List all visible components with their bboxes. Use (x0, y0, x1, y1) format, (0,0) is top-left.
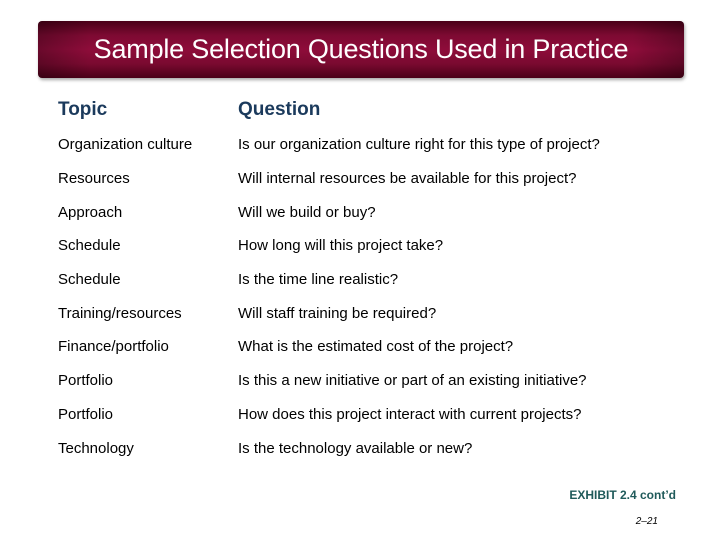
topic-cell: Organization culture (58, 136, 193, 154)
question-cell: Will we build or buy? (238, 203, 376, 221)
table-row: Portfolio Is this a new initiative or pa… (58, 364, 698, 398)
table-row: Schedule Is the time line realistic? (58, 263, 698, 297)
topic-cell: Approach (58, 203, 123, 221)
question-cell: Will internal resources be available for… (238, 170, 577, 188)
table-row: Finance/portfolio What is the estimated … (58, 330, 698, 364)
exhibit-label: EXHIBIT 2.4 cont’d (569, 488, 676, 502)
table-row: Organization culture Is our organization… (58, 128, 698, 162)
question-cell: Is the time line realistic? (238, 271, 399, 289)
topic-cell: Schedule (58, 237, 121, 255)
topic-cell: Technology (58, 439, 134, 457)
question-cell: How long will this project take? (238, 237, 444, 255)
table-row: Approach Will we build or buy? (58, 195, 698, 229)
table-header-row: Topic Question (58, 95, 698, 125)
question-cell: What is the estimated cost of the projec… (238, 338, 514, 356)
column-header-topic: Topic (58, 99, 108, 120)
question-cell: Is this a new initiative or part of an e… (238, 372, 587, 390)
topic-cell: Finance/portfolio (58, 338, 169, 356)
topic-cell: Training/resources (58, 304, 182, 322)
questions-table: Topic Question Organization culture Is o… (58, 95, 698, 465)
table-row: Training/resources Will staff training b… (58, 296, 698, 330)
column-header-question: Question (238, 99, 321, 120)
table-row: Schedule How long will this project take… (58, 229, 698, 263)
topic-cell: Portfolio (58, 372, 114, 390)
slide-title: Sample Selection Questions Used in Pract… (93, 34, 629, 64)
page-number: 2–21 (635, 516, 658, 527)
question-cell: Will staff training be required? (238, 304, 437, 322)
table-row: Resources Will internal resources be ava… (58, 162, 698, 196)
question-cell: Is our organization culture right for th… (238, 136, 600, 154)
question-cell: How does this project interact with curr… (238, 405, 582, 423)
question-cell: Is the technology available or new? (238, 439, 473, 457)
topic-cell: Portfolio (58, 405, 114, 423)
topic-cell: Resources (58, 170, 130, 188)
table-row: Technology Is the technology available o… (58, 431, 698, 465)
table-row: Portfolio How does this project interact… (58, 398, 698, 432)
topic-cell: Schedule (58, 271, 121, 289)
title-banner: Sample Selection Questions Used in Pract… (38, 21, 684, 78)
